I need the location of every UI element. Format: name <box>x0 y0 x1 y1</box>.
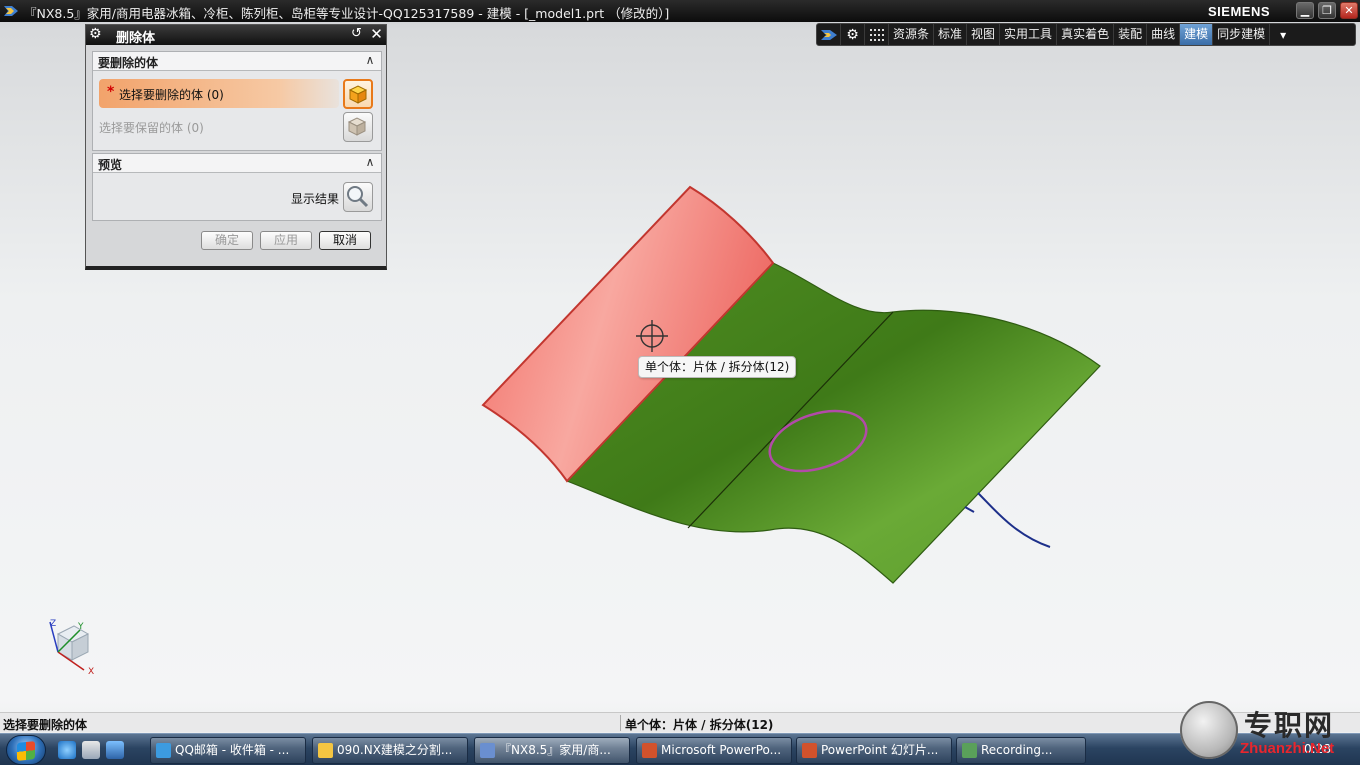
recording-icon <box>962 743 977 758</box>
status-bar: 选择要删除的体 单个体：片体 / 拆分体(12) <box>0 712 1360 732</box>
status-selection-info: 单个体：片体 / 拆分体(12) <box>625 718 774 732</box>
delete-body-dialog: ⚙ 删除体 ↺ ✕ 要删除的体 ∧ * 选择要删除的体 (0) 选择要保留的体 … <box>85 24 387 270</box>
select-bodies-to-delete-row[interactable]: * 选择要删除的体 (0) <box>99 79 339 108</box>
triad-z-label: Z <box>50 619 56 629</box>
task-label: PowerPoint 幻灯片... <box>821 743 939 757</box>
guide-curve <box>977 492 1051 548</box>
task-label: Recording... <box>981 743 1053 757</box>
task-label: 『NX8.5』家用/商... <box>499 743 611 757</box>
site-watermark: 专职网 Zhuanzhi.Net <box>1178 700 1360 765</box>
task-icon <box>156 743 171 758</box>
select-keep-label: 选择要保留的体 (0) <box>99 121 204 135</box>
show-desktop-icon[interactable] <box>82 741 100 759</box>
watermark-url: Zhuanzhi.Net <box>1240 740 1335 757</box>
ok-button[interactable]: 确定 <box>201 231 253 250</box>
windows-taskbar: QQ邮箱 - 收件箱 - ... 090.NX建模之分割... 『NX8.5』家… <box>0 733 1360 765</box>
monitor-icon[interactable] <box>106 741 124 759</box>
task-label: QQ邮箱 - 收件箱 - ... <box>175 743 290 757</box>
windows-logo-icon <box>17 741 35 761</box>
status-divider <box>620 715 621 731</box>
cancel-button[interactable]: 取消 <box>319 231 371 250</box>
group-preview: 预览 ∧ 显示结果 <box>92 153 382 221</box>
task-label: Microsoft PowerPo... <box>661 743 782 757</box>
group-preview-label: 预览 <box>98 158 123 172</box>
start-button[interactable] <box>6 735 46 765</box>
task-nx[interactable]: 『NX8.5』家用/商... <box>474 737 630 764</box>
solid-body-disabled-icon <box>347 117 367 136</box>
slideshow-icon <box>802 743 817 758</box>
show-result-button[interactable] <box>343 182 373 212</box>
solid-body-icon <box>348 85 368 104</box>
apply-button[interactable]: 应用 <box>260 231 312 250</box>
magnifier-icon <box>347 186 369 208</box>
wcs-triad-icon: Z Y X <box>49 619 94 677</box>
select-delete-label: 选择要删除的体 (0) <box>119 88 224 102</box>
folder-icon <box>318 743 333 758</box>
guide-curve-tick <box>964 506 975 513</box>
nx-task-icon <box>480 743 495 758</box>
task-folder[interactable]: 090.NX建模之分割... <box>312 737 468 764</box>
task-qq-mail[interactable]: QQ邮箱 - 收件箱 - ... <box>150 737 306 764</box>
select-bodies-to-keep-row[interactable]: 选择要保留的体 (0) <box>99 112 339 141</box>
collapse-caret-icon[interactable]: ∧ <box>362 53 378 69</box>
soccer-ball-logo-icon <box>1180 701 1238 759</box>
show-result-label: 显示结果 <box>291 192 340 206</box>
watermark-cn: 专职网 <box>1244 709 1335 742</box>
ie-icon[interactable] <box>58 741 76 759</box>
select-body-button[interactable] <box>343 79 373 109</box>
dialog-title-bar[interactable]: ⚙ 删除体 ↺ ✕ <box>86 25 386 46</box>
select-keep-body-button[interactable] <box>343 112 373 142</box>
task-label: 090.NX建模之分割... <box>337 743 453 757</box>
reset-icon[interactable]: ↺ <box>348 26 365 43</box>
collapse-caret-icon[interactable]: ∧ <box>362 155 378 171</box>
selection-tooltip: 单个体：片体 / 拆分体(12) <box>638 356 797 378</box>
task-recording[interactable]: Recording... <box>956 737 1086 764</box>
triad-y-label: Y <box>77 622 84 632</box>
group-bodies-label: 要删除的体 <box>98 56 159 70</box>
task-slideshow[interactable]: PowerPoint 幻灯片... <box>796 737 952 764</box>
group-bodies-to-delete: 要删除的体 ∧ * 选择要删除的体 (0) 选择要保留的体 (0) <box>92 51 382 151</box>
dialog-gear-icon[interactable]: ⚙ <box>89 26 102 42</box>
required-star-icon: * <box>107 84 115 100</box>
group-bodies-header[interactable]: 要删除的体 ∧ <box>93 52 381 71</box>
status-prompt: 选择要删除的体 <box>3 718 88 732</box>
dialog-title: 删除体 <box>116 31 156 46</box>
dialog-close-icon[interactable]: ✕ <box>368 25 385 43</box>
group-preview-header[interactable]: 预览 ∧ <box>93 154 381 173</box>
task-powerpoint[interactable]: Microsoft PowerPo... <box>636 737 792 764</box>
powerpoint-icon <box>642 743 657 758</box>
triad-x-label: X <box>88 667 94 677</box>
